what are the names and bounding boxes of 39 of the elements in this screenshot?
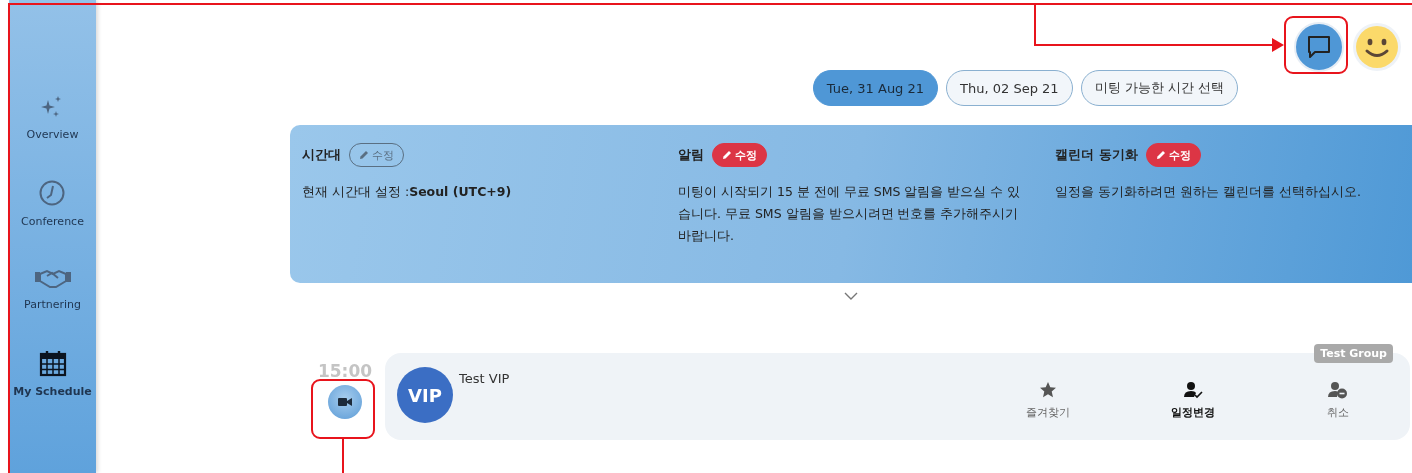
section-title: 알림: [678, 146, 704, 164]
pencil-icon: [722, 150, 732, 160]
pencil-icon: [1155, 150, 1166, 160]
section-title: 캘린더 동기화: [1055, 146, 1138, 164]
star-icon: [1038, 381, 1057, 399]
section-text: 미팅이 시작되기 15 분 전에 무료 SMS 알림을 받으실 수 있습니다. 무료 SMS 알림을 받으시려면 번호를 추가해주시기 바랍니다.: [678, 183, 1022, 245]
chat-button[interactable]: [1294, 22, 1344, 72]
section-text: 일정을 동기화하려면 원하는 캘린더를 선택하십시오.: [1055, 183, 1362, 201]
section-text: 현재 시간대 설정 :Seoul (UTC+9): [302, 183, 513, 201]
chat-bubble-icon: [1306, 34, 1332, 60]
sidebar-item[interactable]: My Schedule: [13, 349, 92, 398]
highlight-box: [311, 379, 375, 439]
date-tab[interactable]: Tue, 31 Aug 21: [812, 70, 939, 106]
date-tab[interactable]: 미팅 가능한 시간 선택: [1080, 70, 1238, 106]
vip-avatar: VIP: [397, 367, 453, 423]
calendar-icon: [38, 349, 67, 377]
pencil-icon: [359, 150, 369, 160]
edit-button[interactable]: 수정: [1145, 143, 1201, 167]
attendee-name: Test VIP: [459, 371, 510, 386]
group-tag: Test Group: [1314, 344, 1393, 363]
sidebar-item[interactable]: Conference: [21, 179, 84, 228]
meeting-action[interactable]: 즐겨찾기: [975, 381, 1120, 420]
video-call-button[interactable]: [328, 385, 362, 419]
person-minus-icon: [1327, 381, 1348, 399]
callout-line: [342, 437, 344, 473]
edit-button[interactable]: 수정: [712, 143, 767, 167]
meeting-action[interactable]: 취소: [1265, 381, 1410, 420]
video-camera-icon: [338, 397, 352, 407]
highlight-box: [1284, 16, 1348, 74]
sidebar-item[interactable]: Overview: [26, 94, 79, 141]
smiley-avatar[interactable]: [1352, 22, 1402, 72]
section-title: 시간대: [302, 146, 341, 164]
sidebar-item[interactable]: Partnering: [24, 266, 81, 311]
clock-icon: [38, 179, 67, 207]
person-check-icon: [1182, 381, 1203, 399]
date-tab[interactable]: Thu, 02 Sep 21: [946, 70, 1073, 106]
meeting-time: 15:00: [317, 361, 373, 381]
meeting-action[interactable]: 일정변경: [1120, 381, 1265, 420]
chevron-down-icon[interactable]: [843, 291, 859, 301]
